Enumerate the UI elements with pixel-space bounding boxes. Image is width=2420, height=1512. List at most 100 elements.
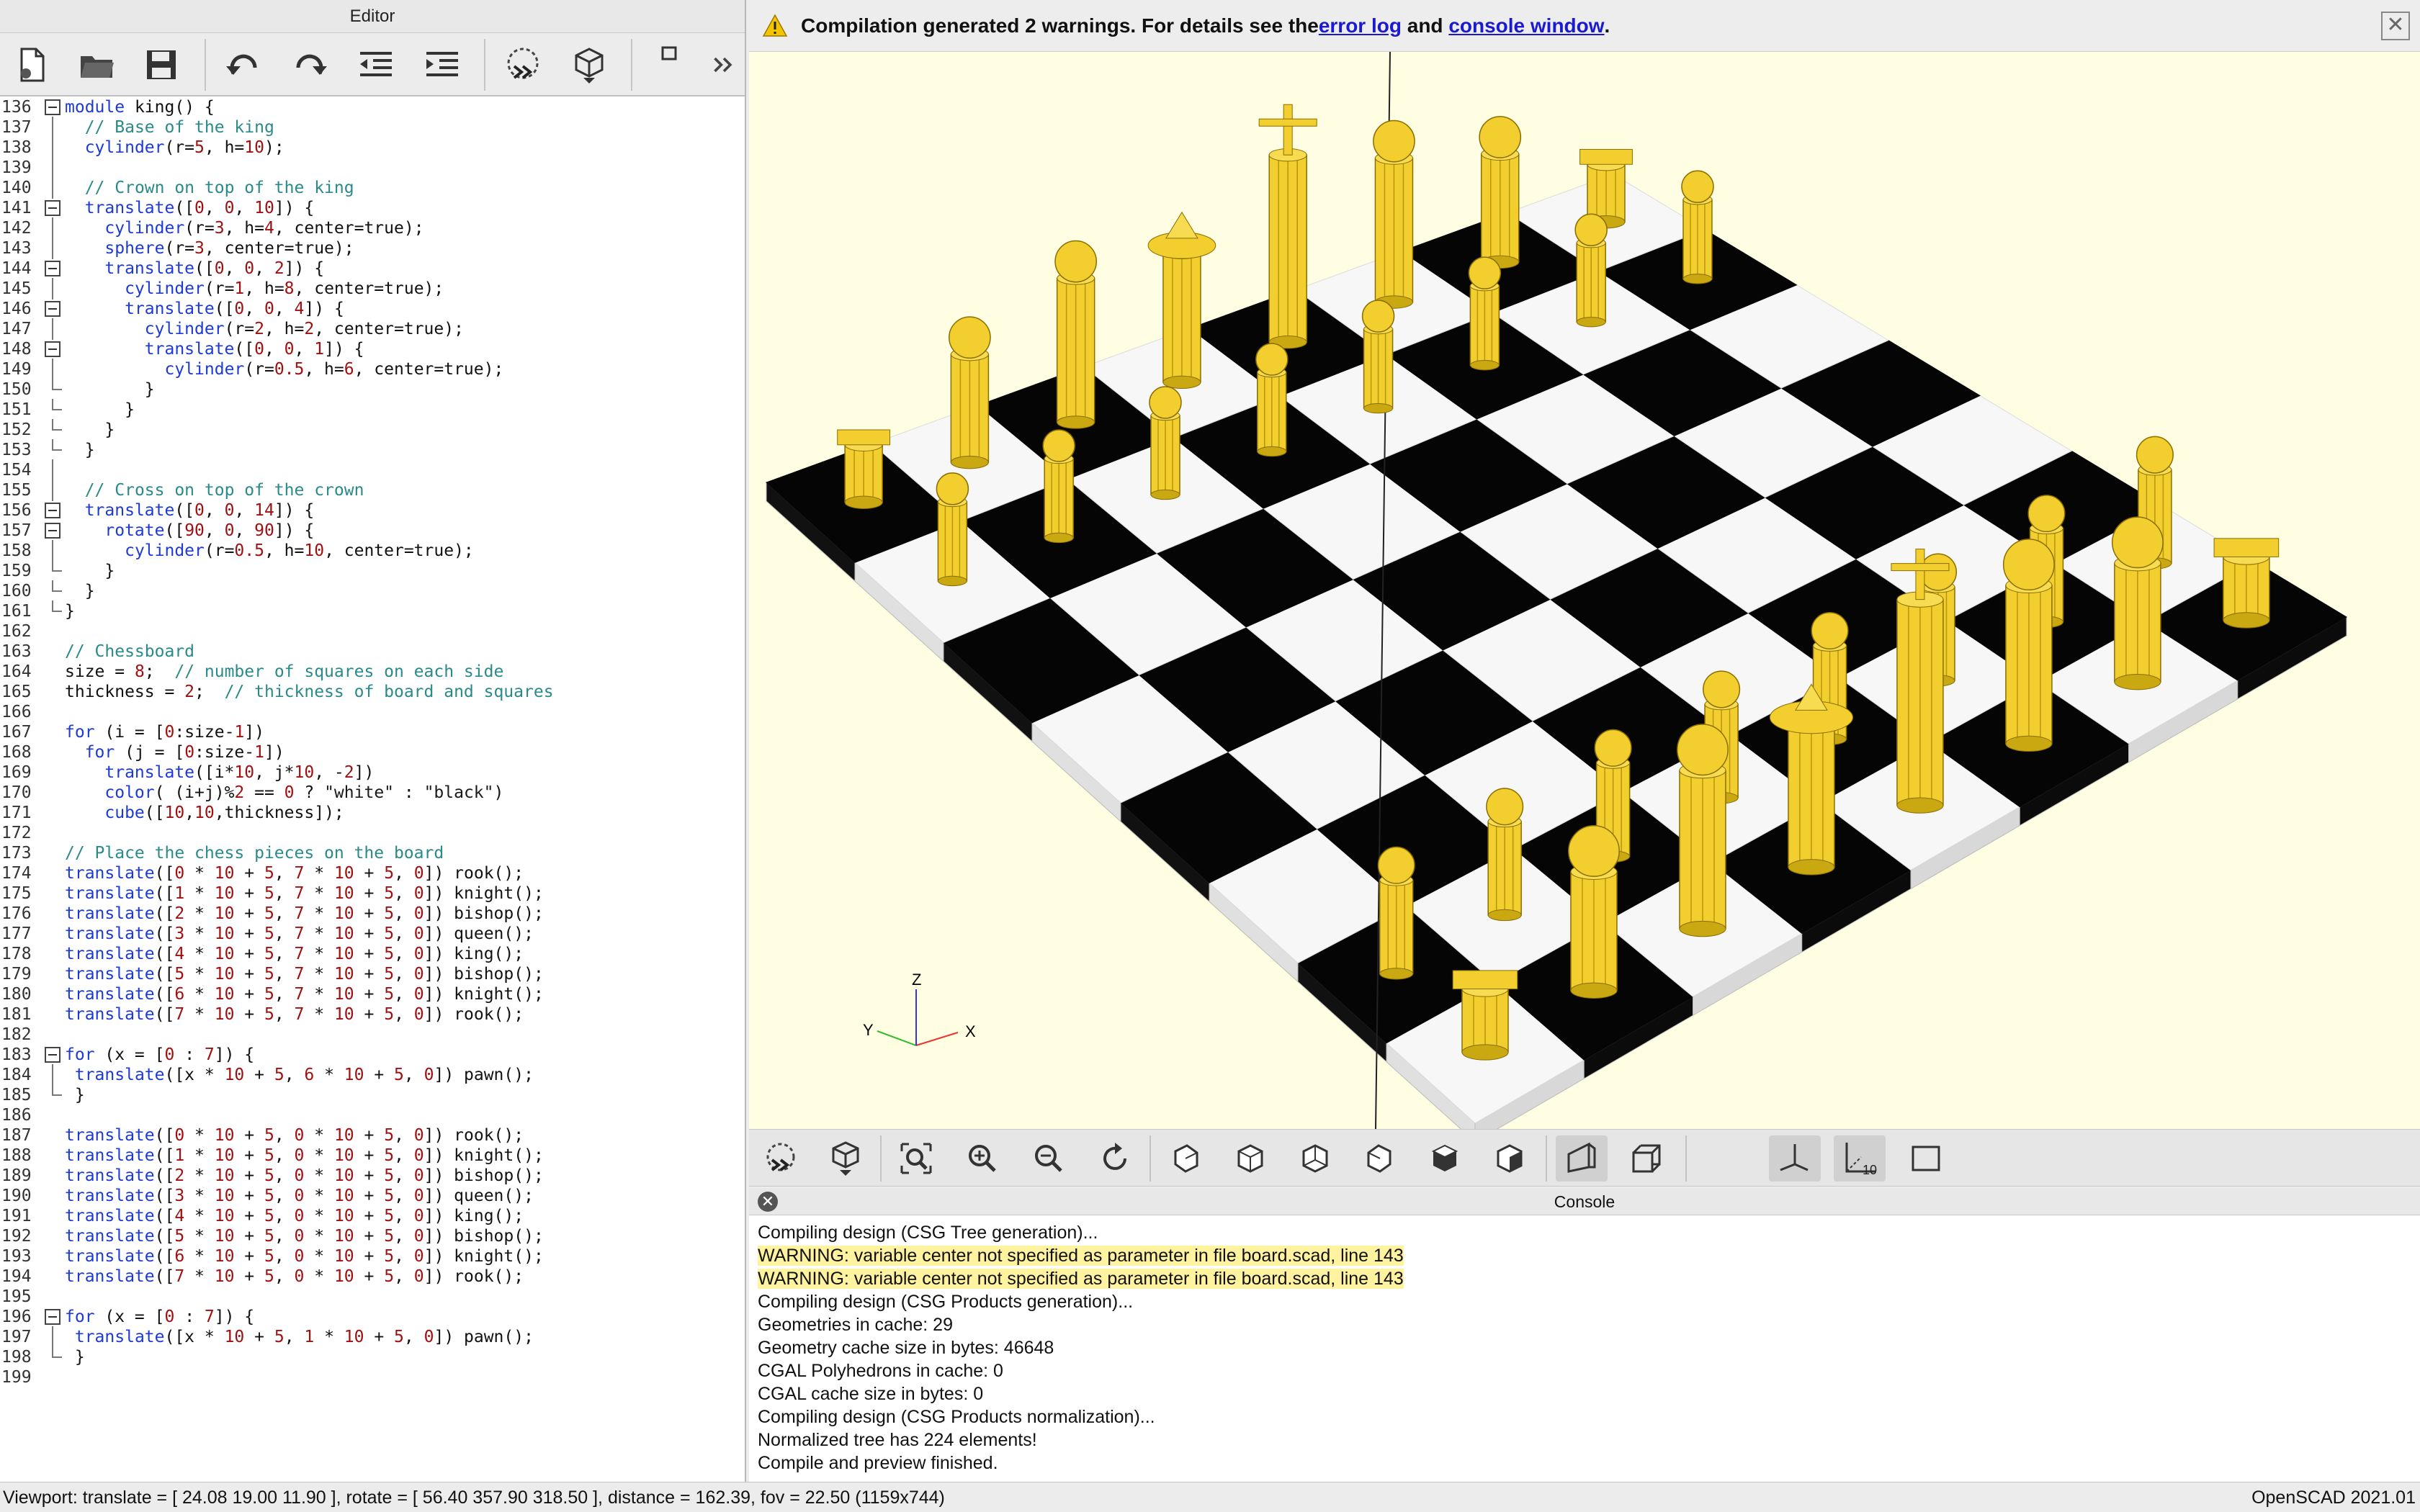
reset-view-button[interactable] — [1089, 1135, 1141, 1182]
show-scale-markers-button[interactable]: 10 — [1834, 1135, 1886, 1182]
code-line[interactable]: 177 translate([3 * 10 + 5, 7 * 10 + 5, 0]… — [0, 923, 745, 945]
view-right-button[interactable] — [1160, 1135, 1211, 1182]
code-line[interactable]: 165 thickness = 2; // thickness of board … — [0, 681, 745, 703]
new-file-button[interactable] — [6, 40, 58, 89]
code-line[interactable]: 199 — [0, 1367, 745, 1388]
perspective-button[interactable] — [1556, 1135, 1608, 1182]
warning-close-button[interactable]: ✕ — [2381, 12, 2410, 40]
code-line[interactable]: 136 module king() { — [0, 96, 745, 118]
error-log-link[interactable]: error log — [1319, 14, 1402, 37]
code-line[interactable]: 163 // Chessboard — [0, 641, 745, 662]
code-line[interactable]: 147 cylinder(r=2, h=2, center=true); — [0, 318, 745, 340]
code-line[interactable]: 195 — [0, 1286, 745, 1308]
code-line[interactable]: 178 translate([4 * 10 + 5, 7 * 10 + 5, 0]… — [0, 943, 745, 965]
view-top-button[interactable] — [1224, 1135, 1276, 1182]
fold-toggle-icon[interactable] — [45, 261, 60, 276]
code-line[interactable]: 138 cylinder(r=5, h=10); — [0, 137, 745, 158]
code-line[interactable]: 179 translate([5 * 10 + 5, 7 * 10 + 5, 0]… — [0, 963, 745, 985]
code-line[interactable]: 153 } — [0, 439, 745, 461]
fold-toggle-icon[interactable] — [45, 1047, 60, 1063]
code-line[interactable]: 164 size = 8; // number of squares on eac… — [0, 661, 745, 683]
fold-toggle-icon[interactable] — [45, 341, 60, 357]
zoom-out-button[interactable] — [1023, 1135, 1075, 1182]
code-line[interactable]: 168 for (j = [0:size-1]) — [0, 742, 745, 763]
code-line[interactable]: 140 // Crown on top of the king — [0, 177, 745, 199]
code-line[interactable]: 198 } — [0, 1346, 745, 1368]
code-line[interactable]: 159 } — [0, 560, 745, 582]
show-axes-button[interactable] — [1769, 1135, 1821, 1182]
redo-button[interactable] — [284, 40, 336, 89]
code-line[interactable]: 155 // Cross on top of the crown — [0, 480, 745, 501]
indent-button[interactable] — [416, 40, 468, 89]
fold-toggle-icon[interactable] — [45, 1309, 60, 1325]
code-line[interactable]: 166 — [0, 701, 745, 723]
code-line[interactable]: 161} — [0, 600, 745, 622]
code-line[interactable]: 152 } — [0, 419, 745, 441]
view-bottom-button[interactable] — [1289, 1135, 1341, 1182]
code-line[interactable]: 173 // Place the chess pieces on the boar… — [0, 842, 745, 864]
code-line[interactable]: 176 translate([2 * 10 + 5, 7 * 10 + 5, 0]… — [0, 903, 745, 924]
undo-button[interactable] — [218, 40, 269, 89]
code-line[interactable]: 158 cylinder(r=0.5, h=10, center=true); — [0, 540, 745, 562]
code-line[interactable]: 150 } — [0, 379, 745, 400]
code-line[interactable]: 180 translate([6 * 10 + 5, 7 * 10 + 5, 0]… — [0, 984, 745, 1005]
code-line[interactable]: 183 for (x = [0 : 7]) { — [0, 1044, 745, 1066]
code-line[interactable]: 190 translate([3 * 10 + 5, 0 * 10 + 5, 0]… — [0, 1185, 745, 1207]
code-line[interactable]: 156 translate([0, 0, 14]) { — [0, 500, 745, 521]
render-button[interactable] — [563, 40, 615, 89]
code-line[interactable]: 149 cylinder(r=0.5, h=6, center=true); — [0, 359, 745, 380]
code-line[interactable]: 196 for (x = [0 : 7]) { — [0, 1306, 745, 1328]
fold-toggle-icon[interactable] — [45, 523, 60, 539]
code-line[interactable]: 193 translate([6 * 10 + 5, 0 * 10 + 5, 0]… — [0, 1246, 745, 1267]
orthogonal-button[interactable] — [1621, 1135, 1672, 1182]
console-close-button[interactable]: ✕ — [758, 1192, 778, 1212]
3d-viewport[interactable]: X Y Z — [749, 0, 2420, 1129]
code-editor[interactable]: 136 module king() {137 // Base of the kin… — [0, 96, 745, 1482]
code-line[interactable]: 167 for (i = [0:size-1]) — [0, 721, 745, 743]
fold-toggle-icon[interactable] — [45, 503, 60, 518]
fold-toggle-icon[interactable] — [45, 200, 60, 216]
code-line[interactable]: 174 translate([0 * 10 + 5, 7 * 10 + 5, 0]… — [0, 863, 745, 884]
code-line[interactable]: 185 } — [0, 1084, 745, 1106]
code-line[interactable]: 141 translate([0, 0, 10]) { — [0, 197, 745, 219]
code-line[interactable]: 145 cylinder(r=1, h=8, center=true); — [0, 278, 745, 300]
code-line[interactable]: 148 translate([0, 0, 1]) { — [0, 338, 745, 360]
view-render-button[interactable] — [820, 1135, 871, 1182]
zoom-in-button[interactable] — [956, 1135, 1008, 1182]
code-line[interactable]: 146 translate([0, 0, 4]) { — [0, 298, 745, 320]
code-line[interactable]: 157 rotate([90, 0, 90]) { — [0, 520, 745, 541]
code-line[interactable]: 182 — [0, 1024, 745, 1045]
console-window-link[interactable]: console window — [1448, 14, 1604, 37]
export-stl-button[interactable] — [644, 40, 696, 89]
view-back-button[interactable] — [1484, 1135, 1536, 1182]
code-line[interactable]: 181 translate([7 * 10 + 5, 7 * 10 + 5, 0]… — [0, 1004, 745, 1025]
code-line[interactable]: 194 translate([7 * 10 + 5, 0 * 10 + 5, 0]… — [0, 1266, 745, 1287]
code-line[interactable]: 139 — [0, 157, 745, 179]
open-button[interactable] — [71, 40, 122, 89]
preview-button[interactable] — [497, 40, 549, 89]
code-line[interactable]: 151 } — [0, 399, 745, 420]
code-line[interactable]: 187 translate([0 * 10 + 5, 0 * 10 + 5, 0]… — [0, 1125, 745, 1146]
chess-scene[interactable]: X Y Z — [749, 52, 2420, 1129]
fold-toggle-icon[interactable] — [45, 99, 60, 115]
code-line[interactable]: 172 — [0, 822, 745, 844]
code-line[interactable]: 184 translate([x * 10 + 5, 6 * 10 + 5, 0… — [0, 1064, 745, 1086]
code-line[interactable]: 162 — [0, 621, 745, 642]
code-line[interactable]: 143 sphere(r=3, center=true); — [0, 238, 745, 259]
view-preview-button[interactable] — [755, 1135, 807, 1182]
code-line[interactable]: 175 translate([1 * 10 + 5, 7 * 10 + 5, 0]… — [0, 883, 745, 904]
code-line[interactable]: 169 translate([i*10, j*10, -2]) — [0, 762, 745, 783]
code-line[interactable]: 197 translate([x * 10 + 5, 1 * 10 + 5, 0… — [0, 1326, 745, 1348]
view-all-button[interactable] — [890, 1135, 942, 1182]
view-left-button[interactable] — [1354, 1135, 1406, 1182]
code-line[interactable]: 192 translate([5 * 10 + 5, 0 * 10 + 5, 0]… — [0, 1225, 745, 1247]
code-line[interactable]: 170 color( (i+j)%2 == 0 ? "white" : "bla… — [0, 782, 745, 804]
code-line[interactable]: 137 // Base of the king — [0, 117, 745, 138]
fold-toggle-icon[interactable] — [45, 301, 60, 317]
show-edges-button[interactable] — [1900, 1135, 1952, 1182]
code-line[interactable]: 189 translate([2 * 10 + 5, 0 * 10 + 5, 0]… — [0, 1165, 745, 1187]
save-button[interactable] — [135, 40, 187, 89]
code-line[interactable]: 160 } — [0, 580, 745, 602]
code-line[interactable]: 144 translate([0, 0, 2]) { — [0, 258, 745, 279]
code-line[interactable]: 186 — [0, 1104, 745, 1126]
